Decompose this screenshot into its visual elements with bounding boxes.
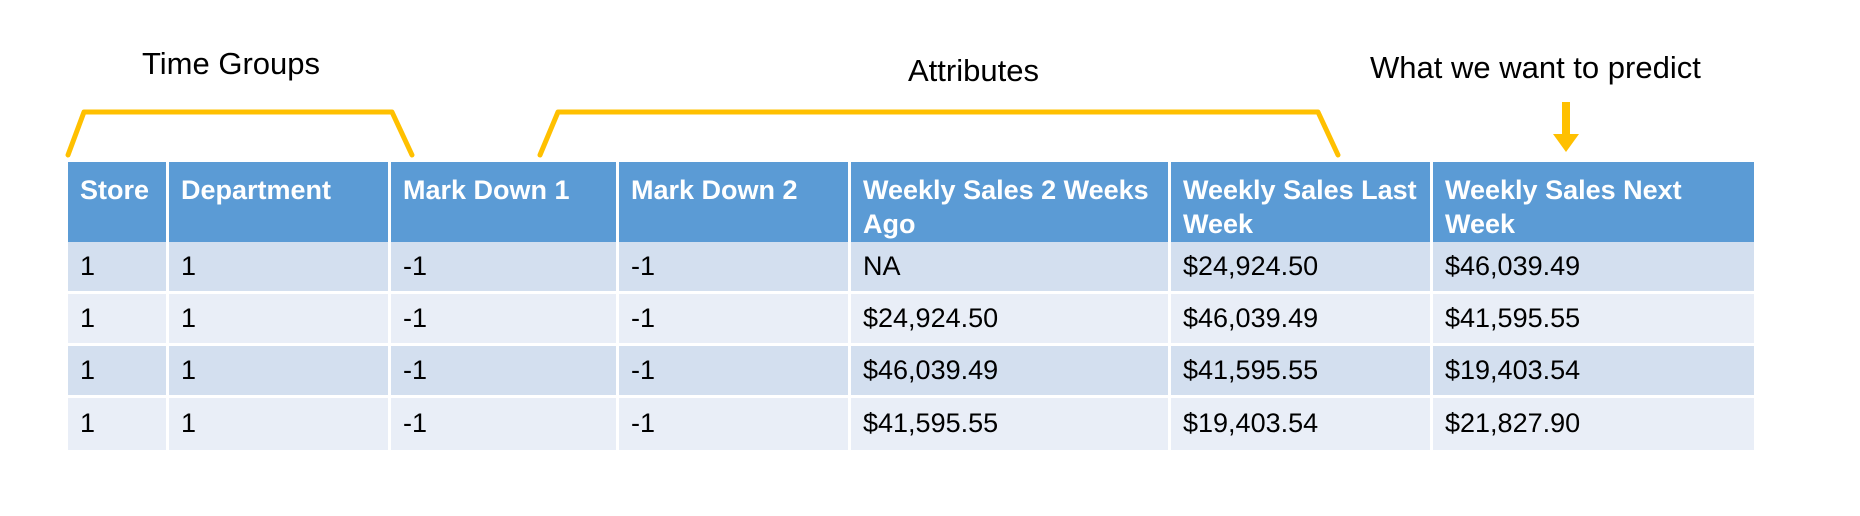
table-header-row: Store Department Mark Down 1 Mark Down 2… <box>68 162 1754 242</box>
column-header-store[interactable]: Store <box>68 162 169 242</box>
cell-department: 1 <box>169 293 391 346</box>
cell-weekly-sales-last-week: $24,924.50 <box>1171 241 1433 294</box>
features-table: Store Department Mark Down 1 Mark Down 2… <box>68 162 1754 450</box>
table-row: 1 1 -1 -1 NA $24,924.50 $46,039.49 <box>68 241 1754 294</box>
cell-weekly-sales-last-week: $19,403.54 <box>1171 397 1433 450</box>
cell-mark-down-1: -1 <box>391 345 619 398</box>
cell-mark-down-1: -1 <box>391 241 619 294</box>
cell-weekly-sales-next-week: $41,595.55 <box>1433 293 1754 346</box>
slide-canvas: Time Groups Attributes What we want to p… <box>0 0 1860 516</box>
cell-weekly-sales-next-week: $21,827.90 <box>1433 397 1754 450</box>
cell-store: 1 <box>68 345 169 398</box>
cell-mark-down-2: -1 <box>619 345 851 398</box>
cell-mark-down-2: -1 <box>619 397 851 450</box>
annotation-graphics <box>65 102 1579 158</box>
cell-weekly-sales-2-weeks-ago: $46,039.49 <box>851 345 1171 398</box>
column-header-weekly-sales-2-weeks-ago[interactable]: Weekly Sales 2 Weeks Ago <box>851 162 1171 242</box>
column-header-weekly-sales-next-week[interactable]: Weekly Sales Next Week <box>1433 162 1754 242</box>
arrow-predict <box>1553 102 1579 152</box>
table-row: 1 1 -1 -1 $41,595.55 $19,403.54 $21,827.… <box>68 397 1754 450</box>
cell-department: 1 <box>169 241 391 294</box>
cell-department: 1 <box>169 345 391 398</box>
cell-weekly-sales-last-week: $41,595.55 <box>1171 345 1433 398</box>
cell-weekly-sales-2-weeks-ago: $41,595.55 <box>851 397 1171 450</box>
cell-weekly-sales-2-weeks-ago: NA <box>851 241 1171 294</box>
cell-department: 1 <box>169 397 391 450</box>
cell-weekly-sales-next-week: $46,039.49 <box>1433 241 1754 294</box>
cell-weekly-sales-2-weeks-ago: $24,924.50 <box>851 293 1171 346</box>
table-row: 1 1 -1 -1 $46,039.49 $41,595.55 $19,403.… <box>68 345 1754 398</box>
column-header-department[interactable]: Department <box>169 162 391 242</box>
bracket-attributes <box>537 109 1341 158</box>
cell-mark-down-2: -1 <box>619 293 851 346</box>
cell-store: 1 <box>68 293 169 346</box>
column-header-weekly-sales-last-week[interactable]: Weekly Sales Last Week <box>1171 162 1433 242</box>
cell-weekly-sales-next-week: $19,403.54 <box>1433 345 1754 398</box>
cell-mark-down-1: -1 <box>391 397 619 450</box>
cell-weekly-sales-last-week: $46,039.49 <box>1171 293 1433 346</box>
cell-store: 1 <box>68 241 169 294</box>
cell-store: 1 <box>68 397 169 450</box>
column-header-mark-down-1[interactable]: Mark Down 1 <box>391 162 619 242</box>
column-header-mark-down-2[interactable]: Mark Down 2 <box>619 162 851 242</box>
cell-mark-down-1: -1 <box>391 293 619 346</box>
cell-mark-down-2: -1 <box>619 241 851 294</box>
table-row: 1 1 -1 -1 $24,924.50 $46,039.49 $41,595.… <box>68 293 1754 346</box>
bracket-time-groups <box>65 109 415 158</box>
